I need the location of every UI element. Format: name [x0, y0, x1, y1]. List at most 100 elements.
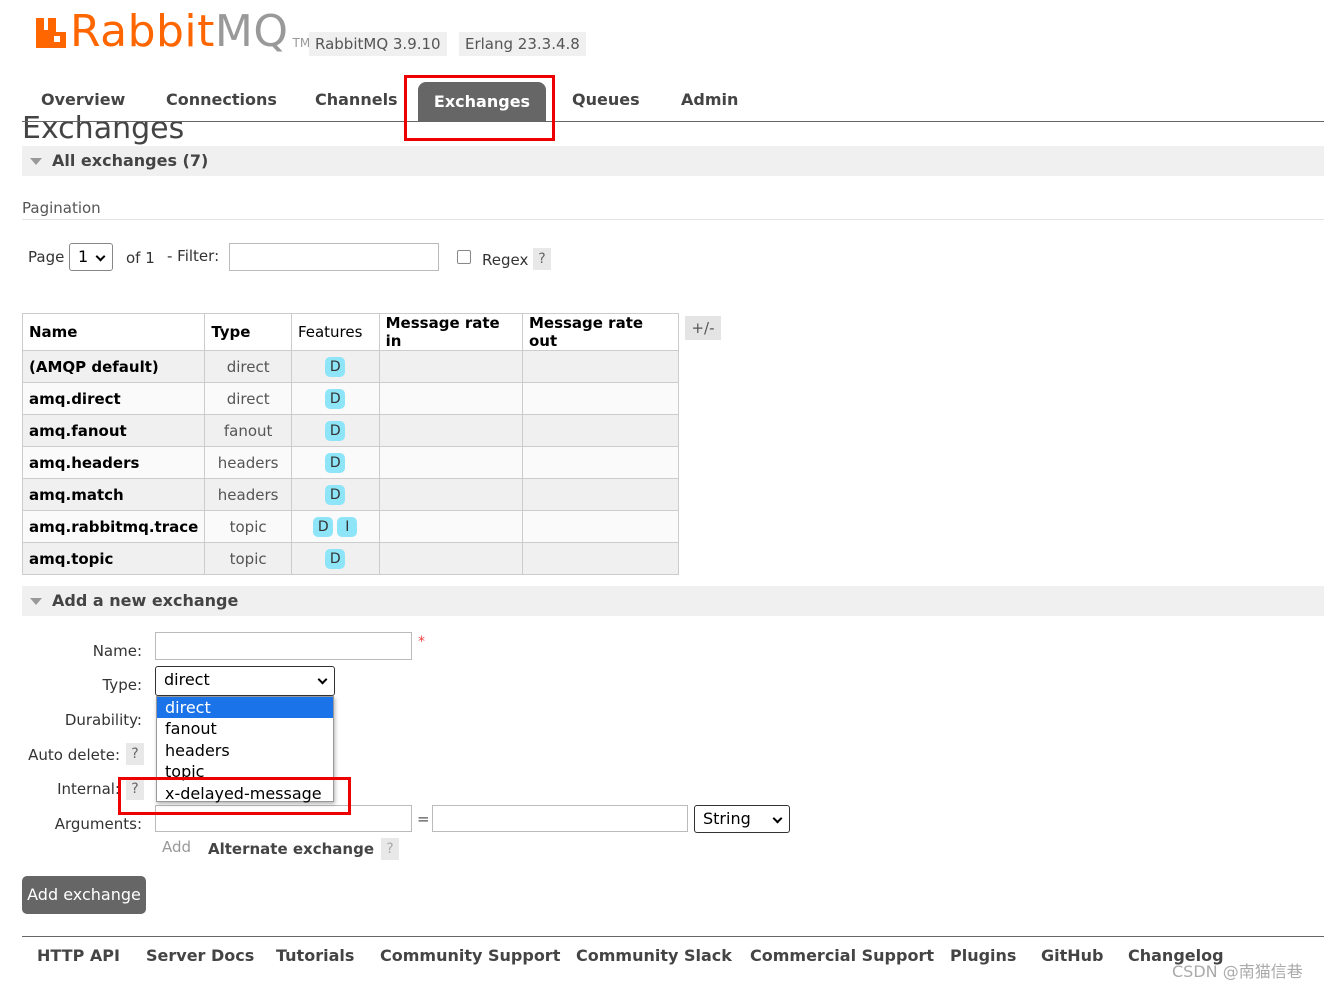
exchange-name-link[interactable]: amq.direct: [21, 382, 206, 415]
exchange-type: direct: [204, 350, 292, 383]
table-row: (AMQP default) direct D: [21, 350, 680, 383]
internal-label: Internal:: [57, 780, 120, 798]
rate-in-cell: [378, 382, 523, 415]
rate-out-cell: [521, 478, 680, 511]
rate-out-cell: [521, 350, 680, 383]
exchange-type: direct: [204, 382, 292, 415]
annotation-box-exchanges-tab: [404, 75, 555, 141]
tab-connections[interactable]: Connections: [166, 90, 277, 109]
footer-link-community-slack[interactable]: Community Slack: [576, 946, 732, 965]
footer-link-http-api[interactable]: HTTP API: [37, 946, 120, 965]
tab-channels[interactable]: Channels: [315, 90, 398, 109]
exchange-features: D: [290, 478, 380, 511]
durable-badge: D: [325, 548, 346, 569]
add-exchange-header[interactable]: Add a new exchange: [22, 586, 1324, 616]
all-exchanges-header[interactable]: All exchanges (7): [22, 146, 1324, 176]
pagination-divider: [22, 219, 1324, 220]
exchange-type-select[interactable]: direct: [155, 666, 335, 696]
chevron-down-icon: [95, 251, 106, 262]
table-row: amq.rabbitmq.trace topic DI: [21, 510, 680, 543]
toggle-columns-button[interactable]: +/-: [685, 316, 721, 340]
type-option-fanout[interactable]: fanout: [157, 718, 333, 739]
required-asterisk: *: [418, 634, 425, 650]
auto-delete-label: Auto delete:: [28, 746, 120, 764]
logo-rabbit-text: Rabbit: [70, 6, 215, 57]
footer-link-plugins[interactable]: Plugins: [950, 946, 1016, 965]
exchange-name-input[interactable]: [155, 632, 412, 660]
logo-mq-text: MQ: [214, 6, 289, 57]
table-row: amq.match headers D: [21, 478, 680, 511]
chevron-down-icon: [317, 674, 328, 685]
page-label: Page: [28, 248, 65, 266]
regex-help-button[interactable]: ?: [533, 248, 551, 270]
add-argument-link[interactable]: Add: [162, 838, 191, 856]
add-exchange-button[interactable]: Add exchange: [22, 876, 146, 914]
page-of-label: of 1: [126, 249, 155, 267]
all-exchanges-title: All exchanges (7): [52, 151, 209, 170]
pagination-label: Pagination: [22, 199, 101, 217]
exchange-name-link[interactable]: amq.fanout: [21, 414, 206, 447]
column-header-rate-in: Message rate in: [378, 313, 523, 351]
durable-badge: D: [325, 388, 346, 409]
regex-checkbox[interactable]: [457, 250, 471, 264]
footer-link-commercial-support[interactable]: Commercial Support: [750, 946, 934, 965]
durability-label: Durability:: [64, 711, 142, 729]
rabbitmq-logo: RabbitMQ TM: [34, 10, 310, 54]
exchange-features: D: [290, 350, 380, 383]
page-title: Exchanges: [22, 111, 185, 146]
chevron-down-icon: [772, 813, 783, 824]
argument-value-input[interactable]: [432, 805, 688, 832]
page-select[interactable]: 1: [69, 243, 113, 271]
footer-link-github[interactable]: GitHub: [1041, 946, 1104, 965]
type-option-direct[interactable]: direct: [157, 697, 333, 719]
exchange-type: topic: [204, 510, 292, 543]
regex-label: Regex: [482, 251, 529, 269]
logo-tm: TM: [292, 36, 311, 50]
tab-queues[interactable]: Queues: [572, 90, 640, 109]
tab-overview[interactable]: Overview: [41, 90, 125, 109]
collapse-triangle-icon: [30, 598, 42, 605]
rate-in-cell: [378, 350, 523, 383]
filter-input[interactable]: [229, 243, 439, 271]
auto-delete-help-button[interactable]: ?: [126, 743, 144, 765]
argument-type-select[interactable]: String: [694, 805, 790, 833]
rate-out-cell: [521, 542, 680, 575]
arguments-label: Arguments:: [54, 815, 142, 833]
alternate-exchange-link[interactable]: Alternate exchange: [208, 840, 374, 858]
equals-sign: =: [417, 810, 430, 828]
footer-link-server-docs[interactable]: Server Docs: [146, 946, 254, 965]
exchange-name-link[interactable]: (AMQP default): [21, 350, 206, 383]
alternate-exchange-help-button[interactable]: ?: [381, 838, 399, 860]
rate-in-cell: [378, 542, 523, 575]
nav-divider: [22, 121, 1324, 122]
exchange-name-link[interactable]: amq.headers: [21, 446, 206, 479]
exchange-type: fanout: [204, 414, 292, 447]
exchange-type-value: direct: [164, 670, 210, 689]
erlang-version: Erlang 23.3.4.8: [459, 32, 586, 56]
exchange-type: headers: [204, 446, 292, 479]
annotation-box-x-delayed-message: [118, 777, 351, 815]
durable-badge: D: [325, 420, 346, 441]
column-header-name[interactable]: Name: [21, 313, 206, 351]
argument-type-value: String: [703, 809, 751, 828]
exchanges-table: Name Type Features Message rate in Messa…: [21, 313, 680, 575]
type-option-headers[interactable]: headers: [157, 740, 333, 761]
rabbit-logo-icon: [34, 16, 68, 50]
table-row: amq.topic topic D: [21, 542, 680, 575]
footer-link-tutorials[interactable]: Tutorials: [276, 946, 354, 965]
exchange-name-link[interactable]: amq.match: [21, 478, 206, 511]
exchange-features: D: [290, 414, 380, 447]
exchange-name-link[interactable]: amq.rabbitmq.trace: [21, 510, 206, 543]
tab-admin[interactable]: Admin: [681, 90, 738, 109]
exchange-type: topic: [204, 542, 292, 575]
column-header-type[interactable]: Type: [204, 313, 292, 351]
column-header-features: Features: [290, 313, 380, 351]
name-label: Name:: [92, 642, 142, 660]
table-row: amq.fanout fanout D: [21, 414, 680, 447]
durable-badge: D: [325, 484, 346, 505]
footer-link-community-support[interactable]: Community Support: [380, 946, 560, 965]
footer-divider: [22, 936, 1324, 937]
table-row: amq.direct direct D: [21, 382, 680, 415]
exchange-type: headers: [204, 478, 292, 511]
exchange-name-link[interactable]: amq.topic: [21, 542, 206, 575]
